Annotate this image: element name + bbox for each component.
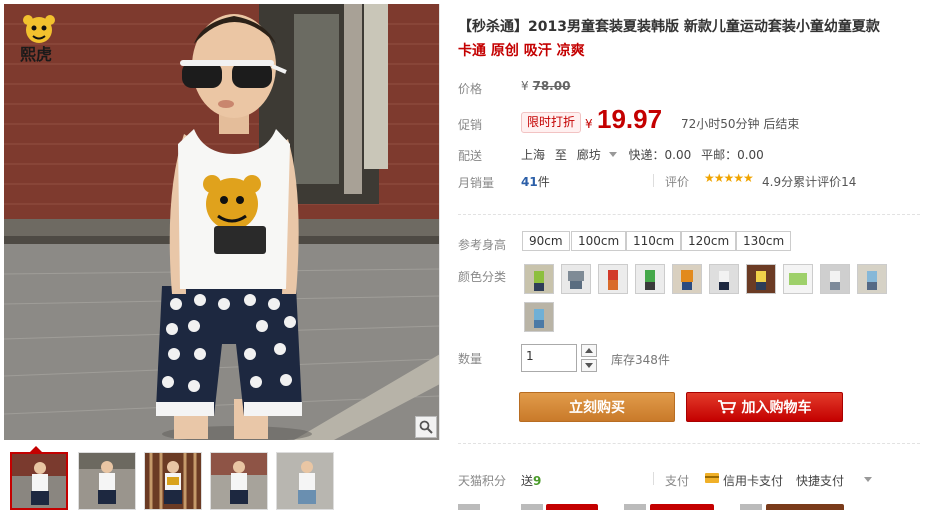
svg-text:熙虎: 熙虎 [20, 45, 52, 64]
color-option-3[interactable] [598, 264, 628, 294]
color-option-4[interactable] [635, 264, 665, 294]
promo-countdown: 72小时50分钟 后结束 [681, 117, 800, 131]
color-option-7[interactable] [746, 264, 776, 294]
shipping-info: 上海 至 廊坊 快递：0.00 平邮：0.00 [521, 146, 770, 163]
ship-to-word: 至 [554, 148, 567, 162]
add-to-cart-button[interactable]: 加入购物车 [686, 392, 843, 422]
buy-now-button[interactable]: 立刻购买 [519, 392, 675, 422]
service-promise-row [458, 500, 928, 510]
thumbnail-5[interactable] [276, 452, 334, 510]
divider [458, 443, 920, 444]
surface-mail-fee: 平邮：0.00 [701, 148, 764, 162]
color-option-9[interactable] [820, 264, 850, 294]
points-value: 9 [533, 474, 542, 488]
color-label: 颜色分类 [458, 270, 507, 284]
magnifier-icon [419, 420, 433, 434]
product-detail-panel: 【秒杀通】2013男童套装夏装韩版 新款儿童运动套装小童幼童夏款 卡通 原创 吸… [458, 0, 930, 510]
ship-from: 上海 [521, 148, 546, 162]
size-label: 参考身高 [458, 238, 507, 252]
color-option-2[interactable] [561, 264, 591, 294]
add-to-cart-label: 加入购物车 [741, 400, 812, 416]
service-item [624, 504, 646, 510]
size-option-100[interactable]: 100cm [571, 231, 627, 251]
rating-label: 评价 [665, 175, 690, 189]
sales-label: 月销量 [458, 176, 495, 190]
service-item [521, 504, 543, 510]
credit-card-icon [705, 473, 719, 483]
cart-icon [717, 400, 736, 414]
ship-destination-select[interactable]: 廊坊 [577, 148, 601, 162]
service-badge [766, 504, 844, 510]
monthly-sales: 41件 [521, 173, 550, 190]
rating-stars-icon: ★★★★★ [704, 171, 754, 185]
service-badge [650, 504, 714, 510]
color-option-6[interactable] [709, 264, 739, 294]
size-option-90[interactable]: 90cm [522, 231, 570, 251]
express-fee: 快递：0.00 [628, 148, 692, 162]
chevron-down-icon [585, 363, 593, 368]
service-badge [546, 504, 598, 510]
currency-symbol: ¥ [521, 79, 529, 93]
zoom-button[interactable] [415, 416, 437, 438]
shipping-label: 配送 [458, 149, 483, 163]
quantity-label: 数量 [458, 352, 483, 366]
size-option-110[interactable]: 110cm [626, 231, 682, 251]
promo-price: 19.97 [597, 104, 663, 134]
chevron-up-icon [585, 348, 593, 353]
thumbnail-1[interactable] [10, 452, 68, 510]
price-label: 价格 [458, 82, 483, 96]
service-label [458, 504, 480, 510]
sales-unit: 件 [537, 175, 550, 189]
color-option-8[interactable] [783, 264, 813, 294]
original-price: ¥ 78.00 [521, 79, 570, 93]
thumbnail-3[interactable] [144, 452, 202, 510]
promo-badge: 限时打折 [521, 112, 582, 133]
divider [653, 174, 654, 187]
chevron-down-icon[interactable] [864, 477, 872, 482]
color-option-10[interactable] [857, 264, 887, 294]
tmall-points: 送9 [521, 472, 541, 489]
promo-currency: ¥ [585, 117, 593, 131]
color-option-11[interactable] [524, 302, 554, 332]
quick-payment[interactable]: 快捷支付 [796, 472, 844, 489]
size-option-130[interactable]: 130cm [736, 231, 792, 251]
color-option-5[interactable] [672, 264, 702, 294]
size-option-120[interactable]: 120cm [681, 231, 737, 251]
thumbnail-2[interactable] [78, 452, 136, 510]
sales-count: 41 [521, 175, 538, 189]
thumbnail-strip [4, 446, 440, 510]
quantity-input[interactable]: 1 [521, 344, 577, 372]
main-product-image[interactable]: 熙虎 [4, 4, 440, 440]
product-photo [4, 4, 439, 440]
rating-summary-link[interactable]: 4.9分累计评价14 [762, 173, 856, 190]
product-title: 【秒杀通】2013男童套装夏装韩版 新款儿童运动套装小童幼童夏款 [458, 19, 880, 35]
thumbnail-4[interactable] [210, 452, 268, 510]
quantity-decrease-button[interactable] [581, 359, 597, 372]
stock-count: 库存348件 [611, 353, 670, 367]
color-option-1[interactable] [524, 264, 554, 294]
brand-logo: 熙虎 [16, 14, 62, 64]
original-price-value: 78.00 [532, 79, 571, 93]
chevron-down-icon[interactable] [608, 152, 617, 157]
product-subtitle: 卡通 原创 吸汗 凉爽 [458, 43, 585, 59]
quantity-increase-button[interactable] [581, 344, 597, 357]
promo-label: 促销 [458, 118, 483, 132]
credit-card-payment[interactable]: 信用卡支付 [723, 472, 783, 489]
divider [458, 214, 920, 215]
service-item [740, 504, 762, 510]
divider [653, 472, 654, 485]
points-prefix: 送 [521, 474, 534, 488]
payment-label: 支付 [665, 474, 690, 488]
tmall-points-label: 天猫积分 [458, 474, 507, 488]
